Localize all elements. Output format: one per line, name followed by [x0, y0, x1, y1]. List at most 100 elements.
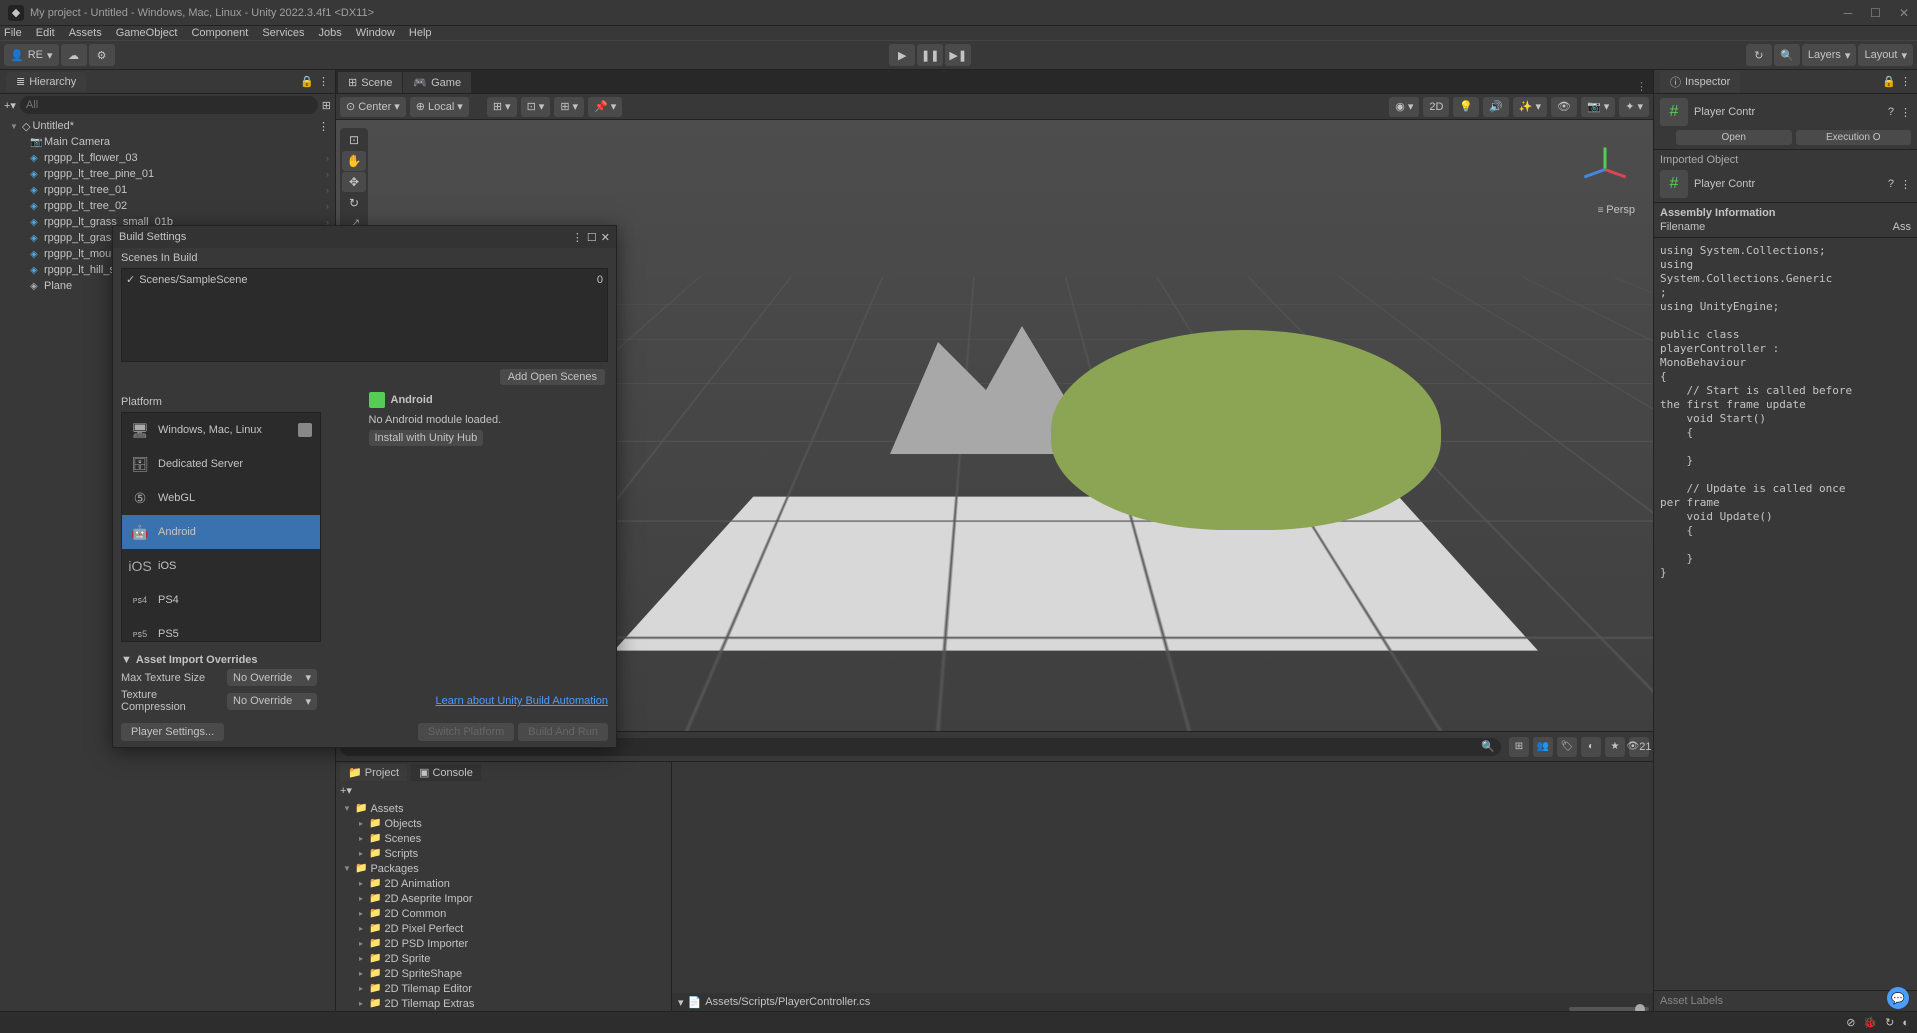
cloud-button[interactable]: ☁	[61, 44, 87, 66]
project-folder[interactable]: ▸📁Objects	[336, 816, 671, 831]
menu-jobs[interactable]: Jobs	[319, 27, 342, 39]
layers-dropdown[interactable]: Layers▾	[1802, 44, 1857, 66]
learn-automation-link[interactable]: Learn about Unity Build Automation	[436, 695, 608, 707]
star-button[interactable]: ★	[1605, 737, 1625, 757]
pin-button[interactable]: 📌▾	[588, 97, 622, 117]
chevron-right-icon[interactable]: ›	[326, 169, 329, 179]
hierarchy-item[interactable]: ◈rpgpp_lt_flower_03›	[0, 150, 335, 166]
hierarchy-search-input[interactable]	[20, 96, 318, 114]
foldout-arrow[interactable]: ▼	[121, 654, 132, 666]
camera-button[interactable]: 📷▾	[1581, 97, 1615, 117]
player-settings-button[interactable]: Player Settings...	[121, 723, 224, 741]
add-button[interactable]: +▾	[340, 785, 352, 797]
build-settings-titlebar[interactable]: Build Settings ⋮ ☐ ✕	[113, 226, 616, 248]
scene-tab[interactable]: ⊞Scene	[338, 72, 402, 93]
project-folder[interactable]: ▸📁2D PSD Importer	[336, 936, 671, 951]
hierarchy-item[interactable]: ◈rpgpp_lt_tree_pine_01›	[0, 166, 335, 182]
pause-button[interactable]: ❚❚	[917, 44, 943, 66]
step-button[interactable]: ▶❚	[945, 44, 971, 66]
view-tool[interactable]: ⊡	[342, 130, 366, 150]
hidden-button[interactable]: 👁21	[1629, 737, 1649, 757]
fx-toggle[interactable]: ✨▾	[1513, 97, 1547, 117]
project-folder[interactable]: ▸📁Scenes	[336, 831, 671, 846]
inspector-tab[interactable]: ⓘInspector	[1660, 71, 1740, 93]
project-folder[interactable]: ▼📁Packages	[336, 861, 671, 876]
settings-button[interactable]: ⚙	[89, 44, 115, 66]
gizmos-button[interactable]: ✦▾	[1619, 97, 1649, 117]
hierarchy-item[interactable]: 📷Main Camera	[0, 134, 335, 150]
audio-toggle[interactable]: 🔊	[1483, 97, 1509, 117]
bug-icon[interactable]: 🐞	[1863, 1016, 1877, 1029]
layout-dropdown[interactable]: Layout▾	[1858, 44, 1913, 66]
platform-ps5[interactable]: ᴘꜱ5PS5	[122, 617, 320, 642]
close-icon[interactable]: ✕	[601, 231, 610, 244]
project-folder[interactable]: ▸📁2D Aseprite Impor	[336, 891, 671, 906]
kebab-icon[interactable]: ⋮	[572, 231, 583, 244]
menu-services[interactable]: Services	[262, 27, 304, 39]
play-button[interactable]: ▶	[889, 44, 915, 66]
kebab-icon[interactable]: ⋮	[1900, 75, 1911, 88]
refresh-icon[interactable]: ↻	[1885, 1016, 1894, 1029]
kebab-icon[interactable]: ⋮	[1900, 178, 1911, 191]
activity-icon[interactable]: ◐	[1902, 1017, 1909, 1029]
platform-ios[interactable]: iOSiOS	[122, 549, 320, 583]
chat-bubble-icon[interactable]: 💬	[1887, 987, 1909, 1009]
add-button[interactable]: +▾	[4, 99, 16, 112]
hierarchy-item[interactable]: ◈rpgpp_lt_tree_02›	[0, 198, 335, 214]
move-tool[interactable]: ✥	[342, 172, 366, 192]
lock-icon[interactable]: 🔒	[300, 75, 314, 88]
texture-compression-dropdown[interactable]: No Override▾	[227, 693, 317, 710]
draw-mode-button[interactable]: ◉▾	[1389, 97, 1419, 117]
game-tab[interactable]: 🎮Game	[403, 72, 471, 93]
kebab-icon[interactable]: ⋮	[1900, 106, 1911, 119]
kebab-icon[interactable]: ⋮	[318, 75, 329, 88]
hand-tool[interactable]: ✋	[342, 151, 366, 171]
checkbox[interactable]: ✓	[126, 273, 135, 286]
visibility-toggle[interactable]: 👁	[1551, 97, 1577, 117]
open-button[interactable]: Open	[1676, 130, 1792, 145]
console-tab[interactable]: ▣ Console	[411, 764, 481, 781]
platform-ps4[interactable]: ᴘꜱ4PS4	[122, 583, 320, 617]
scenes-list[interactable]: ✓ Scenes/SampleScene 0 Add Open Scenes	[121, 268, 608, 362]
menu-help[interactable]: Help	[409, 27, 432, 39]
help-icon[interactable]: ?	[1888, 178, 1894, 190]
label-button[interactable]: 🏷	[1557, 737, 1577, 757]
project-content[interactable]: ▾📄Assets/Scripts/PlayerController.cs	[672, 762, 1653, 1011]
kebab-icon[interactable]: ⋮	[318, 120, 329, 133]
project-folder[interactable]: ▸📁2D Tilemap Extras	[336, 996, 671, 1011]
platform-dedicated-server[interactable]: 🗄Dedicated Server	[122, 447, 320, 481]
hierarchy-tab[interactable]: ≣Hierarchy	[6, 72, 86, 91]
maximize-button[interactable]: ☐	[1870, 6, 1881, 20]
menu-window[interactable]: Window	[356, 27, 395, 39]
max-texture-size-dropdown[interactable]: No Override▾	[227, 669, 317, 686]
space-dropdown[interactable]: ⊕Local▾	[410, 97, 469, 117]
snap-button[interactable]: ⊞▾	[487, 97, 517, 117]
project-tab[interactable]: 📁 Project	[340, 764, 407, 781]
project-folder[interactable]: ▸📁2D SpriteShape	[336, 966, 671, 981]
install-with-hub-button[interactable]: Install with Unity Hub	[369, 430, 484, 446]
search-button[interactable]: 🔍	[1774, 44, 1800, 66]
filter-icon[interactable]: ⊞	[322, 99, 331, 112]
rotate-tool[interactable]: ↻	[342, 193, 366, 213]
close-button[interactable]: ✕	[1899, 6, 1909, 20]
favorites-button[interactable]: 👥	[1533, 737, 1553, 757]
platform-android[interactable]: 🤖Android	[122, 515, 320, 549]
project-folder[interactable]: ▼📁Assets	[336, 801, 671, 816]
execution-order-button[interactable]: Execution O	[1796, 130, 1912, 145]
scene-row[interactable]: ▼◇Untitled*⋮	[0, 118, 335, 134]
asset-labels-section[interactable]: Asset Labels	[1654, 990, 1917, 1011]
scene-entry[interactable]: ✓ Scenes/SampleScene 0	[126, 273, 603, 286]
project-folder[interactable]: ▸📁Scripts	[336, 846, 671, 861]
project-folder[interactable]: ▸📁2D Pixel Perfect	[336, 921, 671, 936]
switch-platform-button[interactable]: Switch Platform	[418, 723, 514, 741]
status-icon[interactable]: ⊘	[1846, 1016, 1855, 1029]
platform-windows[interactable]: 🖥Windows, Mac, Linux	[122, 413, 320, 447]
menu-gameobject[interactable]: GameObject	[116, 27, 178, 39]
account-button[interactable]: 👤RE▾	[4, 44, 59, 66]
kebab-icon[interactable]: ⋮	[1636, 80, 1653, 93]
minimize-button[interactable]: ─	[1844, 6, 1853, 20]
filter-button[interactable]: ⊞	[1509, 737, 1529, 757]
menu-assets[interactable]: Assets	[69, 27, 102, 39]
breadcrumb[interactable]: ▾📄Assets/Scripts/PlayerController.cs	[672, 993, 1653, 1011]
pivot-dropdown[interactable]: ⊙Center▾	[340, 97, 406, 117]
